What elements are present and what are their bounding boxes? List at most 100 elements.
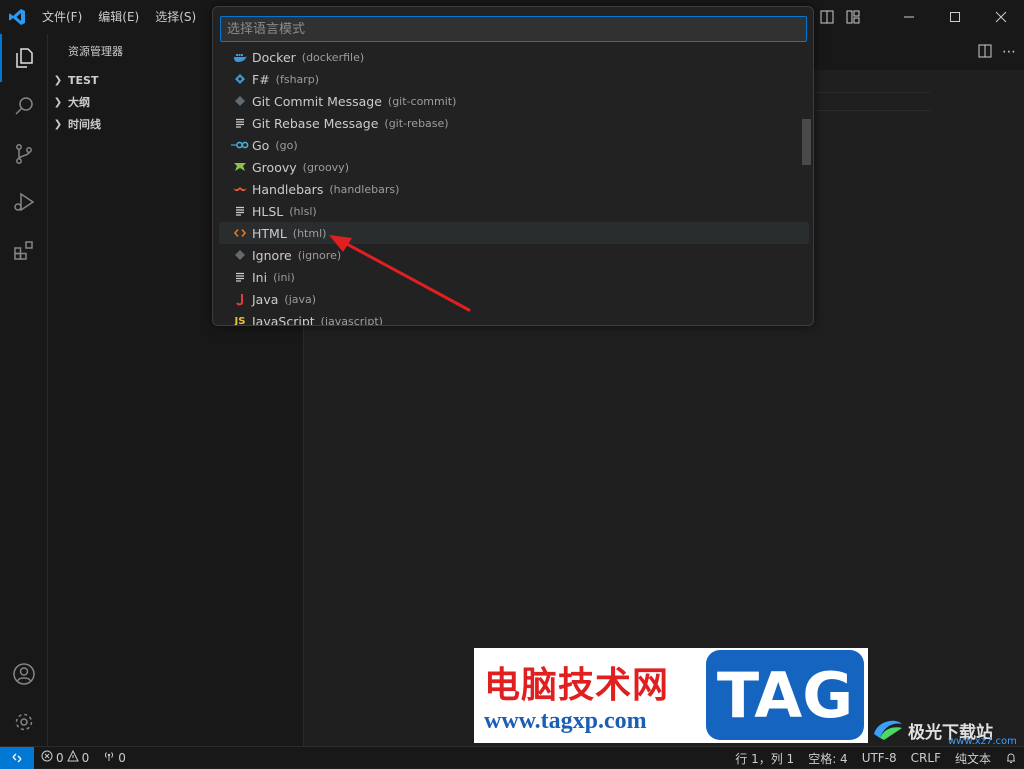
split-editor-icon[interactable] bbox=[978, 43, 992, 62]
list-item[interactable]: Groovy (groovy) bbox=[219, 156, 809, 178]
chevron-right-icon: ❯ bbox=[53, 75, 63, 86]
item-label: Docker bbox=[252, 49, 296, 65]
list-item[interactable]: Git Commit Message (git-commit) bbox=[219, 90, 809, 112]
extensions-icon[interactable] bbox=[0, 226, 48, 274]
site-url: www.xz7.com bbox=[948, 736, 1017, 747]
customize-layout-icon[interactable] bbox=[840, 0, 866, 34]
error-icon bbox=[41, 750, 53, 765]
item-label: HLSL bbox=[252, 203, 284, 219]
language-list: Docker (dockerfile) F# (fsharp) Git Comm… bbox=[213, 47, 813, 326]
list-item[interactable]: Git Rebase Message (git-rebase) bbox=[219, 112, 809, 134]
item-label: Ignore bbox=[252, 247, 292, 263]
lines-icon bbox=[231, 271, 249, 283]
docker-icon bbox=[231, 51, 249, 63]
fsharp-icon bbox=[231, 73, 249, 85]
item-label: Handlebars bbox=[252, 181, 324, 197]
item-label: Ini bbox=[252, 269, 268, 285]
list-item[interactable]: F# (fsharp) bbox=[219, 68, 809, 90]
explorer-icon[interactable] bbox=[0, 34, 48, 82]
lines-icon bbox=[231, 205, 249, 217]
item-id: (fsharp) bbox=[275, 72, 320, 86]
item-label: Go bbox=[252, 137, 270, 153]
item-label: F# bbox=[252, 71, 270, 87]
item-label: Groovy bbox=[252, 159, 297, 175]
indentation[interactable]: 空格: 4 bbox=[801, 747, 855, 769]
lines-icon bbox=[231, 117, 249, 129]
item-id: (ignore) bbox=[297, 248, 342, 262]
remote-indicator[interactable] bbox=[0, 746, 34, 769]
tag-logo-text: TAG bbox=[716, 658, 854, 732]
list-item-selected[interactable]: HTML (html) bbox=[219, 222, 809, 244]
item-id: (html) bbox=[292, 226, 327, 240]
maximize-button[interactable] bbox=[932, 0, 978, 34]
list-item[interactable]: Docker (dockerfile) bbox=[219, 47, 809, 68]
git-icon bbox=[231, 95, 249, 107]
section-label: 大纲 bbox=[68, 96, 90, 109]
divider bbox=[812, 110, 930, 111]
language-search-input[interactable] bbox=[220, 16, 807, 42]
gear-icon[interactable] bbox=[0, 698, 48, 746]
aurora-logo-icon bbox=[874, 720, 902, 740]
item-id: (javascript) bbox=[320, 314, 383, 326]
watermark-url: www.tagxp.com bbox=[484, 708, 647, 734]
list-item[interactable]: HLSL (hlsl) bbox=[219, 200, 809, 222]
git-icon bbox=[231, 249, 249, 261]
item-id: (git-rebase) bbox=[384, 116, 449, 130]
item-label: Git Rebase Message bbox=[252, 115, 379, 131]
list-item[interactable]: Handlebars (handlebars) bbox=[219, 178, 809, 200]
vscode-logo-icon bbox=[0, 0, 34, 34]
divider bbox=[812, 92, 930, 93]
toggle-sidebar-icon[interactable] bbox=[814, 0, 840, 34]
site-logo: 极光下载站 www.xz7.com bbox=[868, 712, 1018, 747]
bell-icon[interactable] bbox=[998, 747, 1024, 769]
source-control-icon[interactable] bbox=[0, 130, 48, 178]
list-item[interactable]: JS JavaScript (javascript) bbox=[219, 310, 809, 326]
groovy-icon bbox=[231, 161, 249, 173]
menu-edit[interactable]: 编辑(E) bbox=[90, 0, 147, 34]
item-id: (handlebars) bbox=[329, 182, 400, 196]
menu-bar: 文件(F) 编辑(E) 选择(S) bbox=[34, 0, 204, 34]
item-id: (groovy) bbox=[302, 160, 349, 174]
account-icon[interactable] bbox=[0, 650, 48, 698]
chevron-right-icon: ❯ bbox=[53, 119, 63, 130]
cursor-position[interactable]: 行 1，列 1 bbox=[728, 747, 801, 769]
list-item[interactable]: Java (java) bbox=[219, 288, 809, 310]
section-label: 时间线 bbox=[68, 118, 101, 131]
broadcast-icon bbox=[103, 750, 115, 765]
more-actions-icon[interactable]: ⋯ bbox=[1002, 44, 1016, 60]
section-label: TEST bbox=[68, 74, 99, 87]
activity-bar bbox=[0, 34, 48, 746]
js-icon: JS bbox=[234, 315, 246, 326]
item-id: (ini) bbox=[273, 270, 295, 284]
go-icon bbox=[231, 140, 249, 150]
run-debug-icon[interactable] bbox=[0, 178, 48, 226]
item-id: (git-commit) bbox=[387, 94, 457, 108]
html-icon bbox=[231, 228, 249, 238]
item-id: (go) bbox=[275, 138, 298, 152]
problems-indicator[interactable]: 0 0 bbox=[34, 747, 96, 769]
list-item[interactable]: Ini (ini) bbox=[219, 266, 809, 288]
list-scrollbar[interactable] bbox=[802, 119, 811, 165]
item-id: (hlsl) bbox=[289, 204, 317, 218]
item-label: JavaScript bbox=[252, 313, 315, 326]
minimize-button[interactable] bbox=[886, 0, 932, 34]
language-mode[interactable]: 纯文本 bbox=[948, 747, 998, 769]
status-bar: 0 0 0 行 1，列 1 空格: 4 UTF-8 CRLF 纯文本 bbox=[0, 746, 1024, 769]
tag-logo: TAG bbox=[706, 650, 864, 740]
end-of-line[interactable]: CRLF bbox=[904, 747, 948, 769]
item-label: HTML bbox=[252, 225, 287, 241]
list-item[interactable]: Go (go) bbox=[219, 134, 809, 156]
item-id: (dockerfile) bbox=[301, 50, 365, 64]
encoding[interactable]: UTF-8 bbox=[855, 747, 904, 769]
list-item[interactable]: Ignore (ignore) bbox=[219, 244, 809, 266]
search-icon[interactable] bbox=[0, 82, 48, 130]
language-mode-picker: Docker (dockerfile) F# (fsharp) Git Comm… bbox=[212, 6, 814, 326]
menu-file[interactable]: 文件(F) bbox=[34, 0, 90, 34]
menu-selection[interactable]: 选择(S) bbox=[147, 0, 204, 34]
ports-indicator[interactable]: 0 bbox=[96, 747, 133, 769]
ports-count: 0 bbox=[118, 750, 126, 765]
warning-count: 0 bbox=[81, 750, 90, 765]
error-count: 0 bbox=[56, 750, 64, 765]
close-button[interactable] bbox=[978, 0, 1024, 34]
watermark-banner: 电脑技术网 www.tagxp.com TAG bbox=[474, 648, 868, 743]
